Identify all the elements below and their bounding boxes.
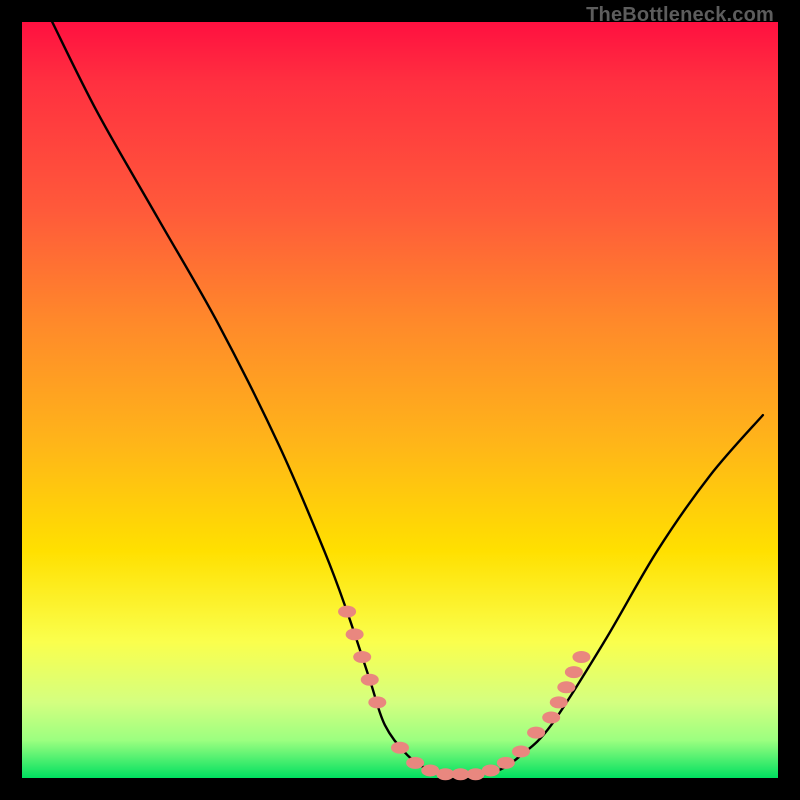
highlight-dot	[361, 674, 379, 686]
watermark-text: TheBottleneck.com	[586, 4, 774, 27]
highlight-dot	[512, 746, 530, 758]
chart-svg	[22, 22, 778, 778]
highlight-dot	[482, 764, 500, 776]
highlight-dot	[550, 696, 568, 708]
highlight-dot	[353, 651, 371, 663]
highlight-dot	[542, 712, 560, 724]
highlight-dot	[565, 666, 583, 678]
highlight-dot	[497, 757, 515, 769]
highlight-dot	[346, 628, 364, 640]
bottleneck-curve	[52, 22, 763, 775]
highlight-dot	[527, 727, 545, 739]
highlight-dot	[391, 742, 409, 754]
highlight-dot	[557, 681, 575, 693]
highlight-dot	[338, 606, 356, 618]
highlight-dot	[572, 651, 590, 663]
highlight-dot	[368, 696, 386, 708]
highlight-dot	[406, 757, 424, 769]
chart-frame: TheBottleneck.com	[0, 0, 800, 800]
highlight-markers	[338, 606, 590, 781]
